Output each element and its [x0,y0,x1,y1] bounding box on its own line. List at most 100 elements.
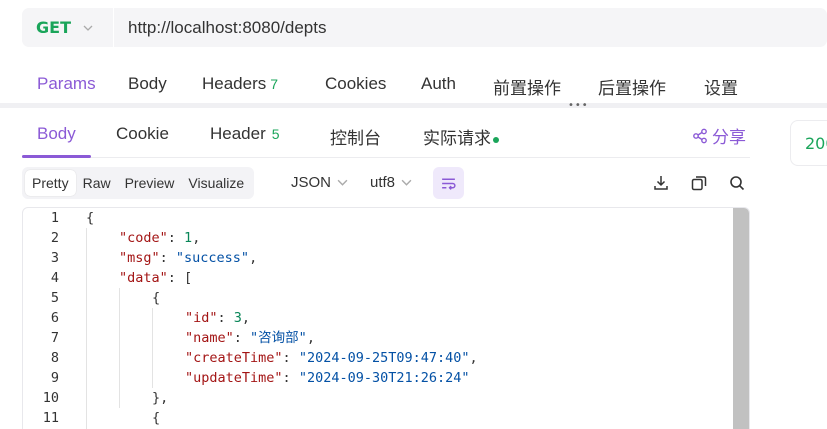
code-line: 7 "name": "咨询部", [23,328,723,348]
json-punctuation: , [192,230,201,246]
scrollbar[interactable] [733,208,749,429]
code-text: "createTime": "2024-09-25T09:47:40", [185,348,478,368]
tab-post-processors[interactable]: 后置操作 [598,74,666,99]
json-key: "name" [185,330,234,346]
tab-params[interactable]: Params [37,74,96,94]
json-key: "msg" [119,250,160,266]
code-text: "id": 3, [185,308,250,328]
encoding-select[interactable]: utf8 [370,174,412,191]
json-string: "success" [175,250,250,266]
code-line: 5{ [23,288,723,308]
code-line: 9 "updateTime": "2024-09-30T21:26:24" [23,368,723,388]
json-punctuation: { [152,410,161,426]
code-line: 6 "id": 3, [23,308,723,328]
json-punctuation: , [249,250,258,266]
view-mode-group: Pretty Raw Preview Visualize [22,167,255,199]
line-number: 1 [50,210,59,226]
json-punctuation: , [469,350,478,366]
json-key: "data" [119,270,168,286]
code-line: 10}, [23,388,723,408]
response-tab-header-label: Header [210,124,266,143]
line-number: 9 [50,370,59,386]
response-tab-actual-request-label: 实际请求 [423,129,491,148]
code-text: }, [152,388,168,408]
indent-guide [86,228,87,429]
code-text: "msg": "success", [119,248,257,268]
code-text: "code": 1, [119,228,200,248]
json-punctuation: { [152,290,161,306]
json-key: "createTime" [185,350,283,366]
chevron-down-icon [337,179,348,186]
share-icon [693,128,707,143]
line-number: 2 [50,230,59,246]
method-label: GET [36,18,71,37]
code-line: 4 "data": [ [23,268,723,288]
code-text: { [152,288,160,308]
code-line: 8 "createTime": "2024-09-25T09:47:40", [23,348,723,368]
json-punctuation: : [233,330,251,346]
response-tab-header[interactable]: Header 5 [210,124,280,144]
tab-pre-processors[interactable]: 前置操作 [493,74,561,99]
line-number: 4 [50,270,59,286]
response-tab-console[interactable]: 控制台 [330,124,381,149]
tab-headers-label: Headers [202,74,267,93]
response-header-count: 5 [271,126,280,142]
json-key: "id" [185,310,218,326]
json-number: 1 [184,230,193,246]
encoding-select-value: utf8 [370,174,396,191]
url-input[interactable]: http://localhost:8080/depts [114,18,326,38]
view-visualize-button[interactable]: Visualize [181,170,251,196]
request-tabs: Params Body Headers 7 Cookies Auth 前置操作 后… [0,64,827,106]
share-button[interactable]: 分享 [692,123,746,148]
wrap-lines-button[interactable] [433,167,464,199]
response-tabs-line [22,157,750,158]
response-status-panel: 200 [790,120,827,166]
response-tab-cookie[interactable]: Cookie [116,124,169,144]
drag-handle-icon[interactable]: ••• [568,100,589,111]
tab-settings[interactable]: 设置 [704,74,738,99]
code-text: "data": [ [119,268,192,288]
indent-guide [119,288,120,408]
json-punctuation: , [306,330,315,346]
code-text: "updateTime": "2024-09-30T21:26:24" [185,368,470,388]
tab-auth[interactable]: Auth [421,74,456,94]
tab-headers[interactable]: Headers 7 [202,74,278,94]
response-tab-body[interactable]: Body [37,124,76,144]
response-tab-actual-request[interactable]: 实际请求 [423,124,499,149]
json-punctuation: : [167,230,185,246]
json-key: "updateTime" [185,370,283,386]
format-select[interactable]: JSON [291,174,348,191]
method-select[interactable]: GET [22,8,114,47]
format-select-value: JSON [291,174,332,191]
code-line: 11 { [23,408,723,428]
tab-cookies[interactable]: Cookies [325,74,386,94]
tab-body[interactable]: Body [128,74,167,94]
code-text: { [152,408,160,428]
json-string: "2024-09-25T09:47:40" [298,350,470,366]
search-icon[interactable] [728,174,746,192]
json-string: "2024-09-30T21:26:24" [298,370,470,386]
json-punctuation: : [159,250,176,266]
headers-count: 7 [270,76,279,92]
download-icon[interactable] [652,174,670,192]
json-string: "咨询部" [250,330,307,346]
chevron-down-icon [83,25,93,31]
panel-divider[interactable] [0,103,827,108]
line-number: 11 [42,410,59,426]
line-number: 8 [50,350,59,366]
view-preview-button[interactable]: Preview [118,170,182,196]
code-line: 1{ [23,208,723,228]
code-text: { [86,208,94,228]
json-punctuation: : [ [167,270,193,286]
json-punctuation: }, [152,390,169,406]
copy-icon[interactable] [690,174,708,192]
active-tab-indicator [22,155,91,158]
view-pretty-button[interactable]: Pretty [25,170,76,196]
response-body-editor[interactable]: 1{2 "code": 1, 3 "msg": "success", 4 "data": … [22,207,750,429]
wrap-lines-icon [442,178,456,190]
line-number: 3 [50,250,59,266]
line-number: 6 [50,310,59,326]
json-punctuation: { [86,210,95,226]
json-punctuation: : [282,350,299,366]
view-raw-button[interactable]: Raw [76,170,118,196]
